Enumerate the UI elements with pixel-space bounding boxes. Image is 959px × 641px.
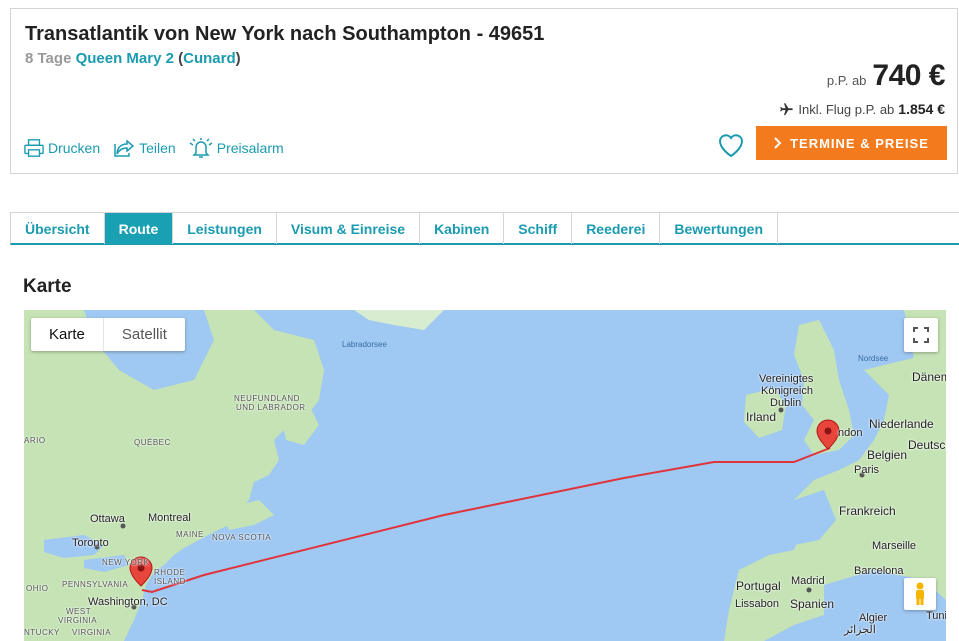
label-spanien: Spanien bbox=[790, 597, 835, 611]
label-daenemark: Dänem bbox=[912, 370, 946, 384]
label-toronto: Toronto bbox=[72, 537, 109, 549]
tab-services[interactable]: Leistungen bbox=[173, 213, 277, 244]
share-button[interactable]: Teilen bbox=[112, 138, 176, 158]
city-dot-madrid bbox=[806, 587, 812, 593]
label-london: ndon bbox=[838, 427, 863, 439]
ship-link[interactable]: Queen Mary 2 bbox=[76, 50, 174, 67]
bell-icon bbox=[189, 138, 213, 158]
label-niederlande: Niederlande bbox=[869, 417, 934, 431]
heart-icon[interactable] bbox=[715, 129, 747, 161]
label-koenigreich: Königreich bbox=[761, 385, 813, 397]
label-und-labrador: UND LABRADOR bbox=[236, 403, 306, 412]
tab-reviews[interactable]: Bewertungen bbox=[660, 213, 779, 244]
label-frankreich: Frankreich bbox=[839, 504, 896, 518]
tab-ship[interactable]: Schiff bbox=[504, 213, 573, 244]
map-type-map-button[interactable]: Karte bbox=[31, 318, 103, 351]
street-view-pegman-button[interactable] bbox=[904, 578, 936, 610]
map-canvas[interactable] bbox=[24, 310, 946, 641]
map-type-control: Karte Satellit bbox=[31, 318, 185, 351]
price-block: p.P. ab 740 € bbox=[826, 59, 946, 93]
label-paris: Paris bbox=[854, 464, 880, 476]
label-dublin: Dublin bbox=[770, 397, 802, 409]
tab-visa[interactable]: Visum & Einreise bbox=[277, 213, 421, 244]
share-icon bbox=[114, 139, 135, 157]
page-title: Transatlantik von New York nach Southamp… bbox=[25, 23, 545, 45]
label-island: ISLAND bbox=[154, 577, 186, 586]
pegman-icon bbox=[916, 582, 924, 605]
label-maine: MAINE bbox=[176, 530, 204, 539]
printer-icon bbox=[24, 139, 44, 157]
label-neufundland: NEUFUNDLAND bbox=[234, 394, 300, 403]
label-new-york: NEW YORK bbox=[102, 558, 150, 567]
label-lissabon: Lissabon bbox=[735, 598, 780, 610]
chevron-right-icon bbox=[774, 137, 782, 149]
price-alert-label: Preisalarm bbox=[216, 140, 284, 156]
label-west: WEST bbox=[66, 607, 92, 616]
label-irland: Irland bbox=[746, 410, 777, 424]
label-deutschland: Deutsch bbox=[908, 438, 946, 452]
label-vereinigtes: Vereinigtes bbox=[759, 373, 814, 385]
label-rhode: RHODE bbox=[154, 568, 186, 577]
print-label: Drucken bbox=[48, 140, 101, 156]
label-portugal: Portugal bbox=[736, 579, 781, 593]
label-washington: Washington, DC bbox=[88, 596, 168, 608]
label-belgien: Belgien bbox=[867, 448, 908, 462]
tab-cabins[interactable]: Kabinen bbox=[420, 213, 505, 244]
share-label: Teilen bbox=[139, 140, 176, 156]
label-nordsee: Nordsee bbox=[858, 354, 889, 363]
label-barcelona: Barcelona bbox=[854, 565, 904, 577]
flight-price: 1.854 € bbox=[898, 101, 945, 117]
fullscreen-icon bbox=[913, 327, 929, 343]
label-labradorsee: Labradorsee bbox=[342, 340, 387, 349]
cruise-header-card: Transatlantik von New York nach Southamp… bbox=[10, 8, 958, 174]
label-ntucky: NTUCKY bbox=[24, 628, 60, 637]
tab-bar: Übersicht Route Leistungen Visum & Einre… bbox=[10, 212, 959, 245]
airplane-icon bbox=[780, 102, 794, 115]
label-ottawa: Ottawa bbox=[90, 513, 125, 525]
tab-route[interactable]: Route bbox=[104, 213, 174, 244]
cruise-subtitle: 8 Tage Queen Mary 2 (Cunard) bbox=[25, 50, 241, 67]
label-algier-arabic: الجزائر bbox=[844, 624, 876, 636]
label-montreal: Montreal bbox=[148, 512, 191, 524]
flight-price-block: Inkl. Flug p.P. ab 1.854 € bbox=[779, 101, 945, 117]
tab-overview[interactable]: Übersicht bbox=[11, 213, 105, 244]
fullscreen-button[interactable] bbox=[904, 318, 938, 352]
paren-close: ) bbox=[235, 50, 241, 67]
label-virginia-2: VIRGINIA bbox=[72, 628, 112, 637]
label-madrid: Madrid bbox=[791, 575, 825, 587]
flight-prefix: Inkl. Flug p.P. ab bbox=[798, 101, 895, 117]
label-marseille: Marseille bbox=[872, 540, 917, 552]
dates-prices-button[interactable]: TERMINE & PREISE bbox=[756, 126, 947, 160]
price: 740 € bbox=[872, 59, 945, 92]
label-virginia: VIRGINIA bbox=[58, 616, 98, 625]
map-type-satellite-button[interactable]: Satellit bbox=[102, 318, 185, 351]
tab-cruise-line[interactable]: Reederei bbox=[572, 213, 661, 244]
action-bar: Drucken Teilen Preisalarm bbox=[23, 137, 284, 159]
label-ohio: OHIO bbox=[26, 584, 49, 593]
price-alert-button[interactable]: Preisalarm bbox=[188, 137, 284, 159]
label-pennsylvania: PENNSYLVANIA bbox=[62, 580, 129, 589]
label-quebec: QUÉBEC bbox=[134, 438, 171, 447]
dates-prices-label: TERMINE & PREISE bbox=[790, 135, 929, 151]
label-tunis: Tunis bbox=[926, 610, 946, 622]
duration: 8 Tage bbox=[25, 50, 72, 67]
route-map[interactable]: Labradorsee Nordsee NEUFUNDLAND UND LABR… bbox=[24, 310, 946, 641]
print-button[interactable]: Drucken bbox=[23, 138, 100, 158]
map-section-title: Karte bbox=[23, 276, 72, 297]
label-ario: ARIO bbox=[24, 436, 46, 445]
price-prefix: p.P. ab bbox=[826, 73, 867, 88]
label-nova-scotia: NOVA SCOTIA bbox=[212, 533, 272, 542]
cruise-line-link[interactable]: Cunard bbox=[183, 50, 236, 67]
